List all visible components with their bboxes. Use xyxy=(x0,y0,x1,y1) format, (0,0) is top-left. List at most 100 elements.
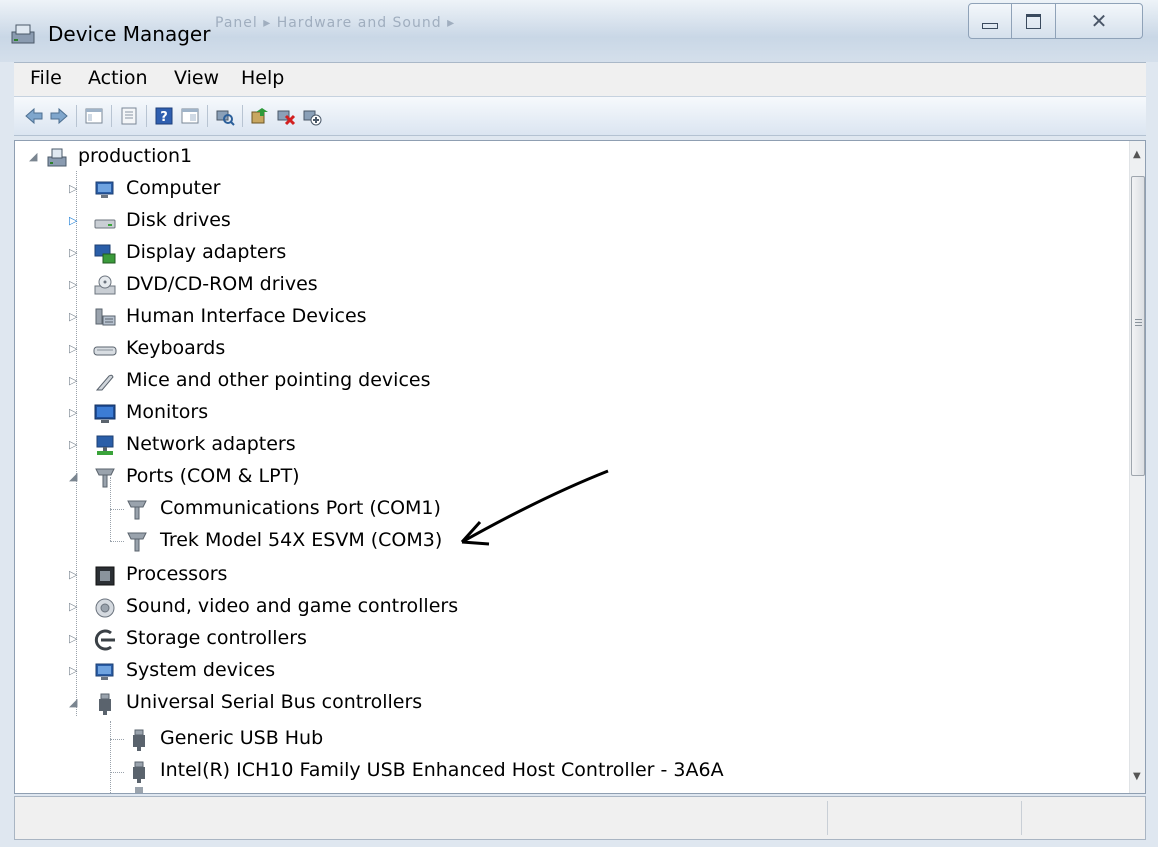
root-label: production1 xyxy=(78,145,193,167)
processor-icon xyxy=(95,566,115,586)
tree-item-label: Processors xyxy=(126,563,228,585)
title-bar[interactable]: Device Manager Panel ▸ Hardware and Soun… xyxy=(0,0,1158,62)
network-adapter-icon xyxy=(96,435,114,455)
disk-drive-icon xyxy=(94,219,116,229)
menu-action[interactable]: Action xyxy=(88,67,148,89)
back-icon[interactable] xyxy=(24,106,44,126)
expand-icon[interactable]: ▷ xyxy=(69,375,79,386)
maximize-button[interactable] xyxy=(1011,3,1056,39)
tree-item-hid[interactable]: ▷ Human Interface Devices xyxy=(15,303,615,333)
tree-item-monitors[interactable]: ▷ Monitors xyxy=(15,399,615,429)
tree-item-partial xyxy=(15,787,215,793)
vertical-scrollbar[interactable]: ▲ ▼ xyxy=(1129,141,1145,793)
grip-icon xyxy=(1135,319,1142,320)
tree-item-label: Display adapters xyxy=(126,241,287,263)
tree-item-keyboards[interactable]: ▷ Keyboards xyxy=(15,335,615,365)
tree-item-sound[interactable]: ▷ Sound, video and game controllers xyxy=(15,593,615,623)
tree-item-label: Storage controllers xyxy=(126,627,307,649)
expand-icon[interactable]: ▷ xyxy=(69,311,79,322)
window-title: Device Manager xyxy=(48,22,211,46)
computer-icon xyxy=(95,181,114,198)
toolbar-separator xyxy=(146,105,147,127)
expand-icon[interactable]: ▷ xyxy=(69,343,79,354)
tree-item-label: Trek Model 54X ESVM (COM3) xyxy=(160,529,443,551)
expand-icon[interactable]: ▷ xyxy=(69,601,79,612)
uninstall-icon[interactable] xyxy=(276,106,296,126)
details-icon[interactable] xyxy=(180,106,200,126)
disable-icon[interactable] xyxy=(302,106,322,126)
port-icon xyxy=(95,468,115,488)
tree-item-usb-controllers[interactable]: ◢ Universal Serial Bus controllers xyxy=(15,689,615,719)
expand-icon[interactable]: ▷ xyxy=(69,633,79,644)
tree-item-computer[interactable]: ▷ Computer xyxy=(15,175,615,205)
help-icon[interactable]: ? xyxy=(154,106,174,126)
close-button[interactable]: ✕ xyxy=(1055,3,1143,39)
usb-icon xyxy=(135,787,143,793)
tree-item-processors[interactable]: ▷ Processors xyxy=(15,561,615,591)
sound-icon xyxy=(95,598,115,618)
computer-root-icon xyxy=(47,148,67,167)
show-hide-console-tree-icon[interactable] xyxy=(84,106,104,126)
scroll-down-icon[interactable]: ▼ xyxy=(1133,771,1141,782)
expand-icon[interactable]: ▷ xyxy=(69,247,79,258)
update-driver-icon[interactable] xyxy=(250,106,270,126)
expand-icon[interactable]: ▷ xyxy=(69,407,79,418)
properties-icon[interactable] xyxy=(119,106,139,126)
close-icon: ✕ xyxy=(1090,9,1108,33)
hid-icon xyxy=(95,308,116,326)
status-divider xyxy=(1021,801,1022,835)
expand-icon[interactable]: ▷ xyxy=(69,279,79,290)
scrollbar-thumb[interactable] xyxy=(1131,176,1145,476)
tree-item-storage[interactable]: ▷ Storage controllers xyxy=(15,625,615,655)
usb-icon xyxy=(133,729,145,751)
tree-item-com3[interactable]: Trek Model 54X ESVM (COM3) xyxy=(15,527,715,557)
tree-item-label: Monitors xyxy=(126,401,209,423)
expand-icon[interactable]: ▷ xyxy=(69,183,79,194)
tree-root[interactable]: ◢ production1 xyxy=(15,143,615,173)
tree-item-label: Sound, video and game controllers xyxy=(126,595,459,617)
tree-item-label: Keyboards xyxy=(126,337,226,359)
minimize-button[interactable] xyxy=(968,3,1012,39)
tree-item-ports[interactable]: ◢ Ports (COM & LPT) xyxy=(15,463,615,493)
expand-icon[interactable]: ▷ xyxy=(69,439,79,450)
collapse-icon[interactable]: ◢ xyxy=(69,697,79,708)
collapse-icon[interactable]: ◢ xyxy=(69,471,79,482)
toolbar: ? xyxy=(14,96,1146,136)
expand-icon[interactable]: ▷ xyxy=(69,215,79,226)
tree-item-generic-usb-hub[interactable]: Generic USB Hub xyxy=(15,725,715,755)
tree-item-ich10-usb[interactable]: Intel(R) ICH10 Family USB Enhanced Host … xyxy=(15,757,915,787)
forward-icon[interactable] xyxy=(49,106,69,126)
monitor-icon xyxy=(94,404,116,423)
device-manager-app-icon xyxy=(11,24,35,44)
scan-hardware-icon[interactable] xyxy=(215,106,235,126)
display-adapter-icon xyxy=(94,244,116,264)
background-breadcrumb: Panel ▸ Hardware and Sound ▸ xyxy=(215,15,456,31)
tree-item-label: Computer xyxy=(126,177,221,199)
collapse-icon[interactable]: ◢ xyxy=(29,151,39,162)
menu-bar: File Action View Help xyxy=(14,62,1146,97)
status-divider xyxy=(827,801,828,835)
tree-item-dvd-drives[interactable]: ▷ DVD/CD-ROM drives xyxy=(15,271,615,301)
toolbar-separator xyxy=(76,105,77,127)
tree-item-label: Mice and other pointing devices xyxy=(126,369,431,391)
tree-item-disk-drives[interactable]: ▷ Disk drives xyxy=(15,207,615,237)
tree-item-label: Human Interface Devices xyxy=(126,305,367,327)
tree-item-com1[interactable]: Communications Port (COM1) xyxy=(15,495,715,525)
expand-icon[interactable]: ▷ xyxy=(69,665,79,676)
toolbar-separator xyxy=(207,105,208,127)
tree-item-system-devices[interactable]: ▷ System devices xyxy=(15,657,615,687)
storage-controller-icon xyxy=(94,629,115,651)
tree-item-display-adapters[interactable]: ▷ Display adapters xyxy=(15,239,615,269)
tree-item-label: Ports (COM & LPT) xyxy=(126,465,300,487)
tree-item-network-adapters[interactable]: ▷ Network adapters xyxy=(15,431,615,461)
menu-help[interactable]: Help xyxy=(241,67,284,89)
menu-file[interactable]: File xyxy=(30,67,62,89)
device-tree[interactable]: ◢ production1 ▷ Computer ▷ Disk drives ▷… xyxy=(14,140,1146,794)
menu-view[interactable]: View xyxy=(174,67,219,89)
scroll-up-icon[interactable]: ▲ xyxy=(1133,149,1141,160)
dvd-drive-icon xyxy=(94,275,116,295)
mouse-icon xyxy=(95,374,114,391)
port-icon xyxy=(127,500,147,520)
expand-icon[interactable]: ▷ xyxy=(69,569,79,580)
tree-item-mice[interactable]: ▷ Mice and other pointing devices xyxy=(15,367,615,397)
